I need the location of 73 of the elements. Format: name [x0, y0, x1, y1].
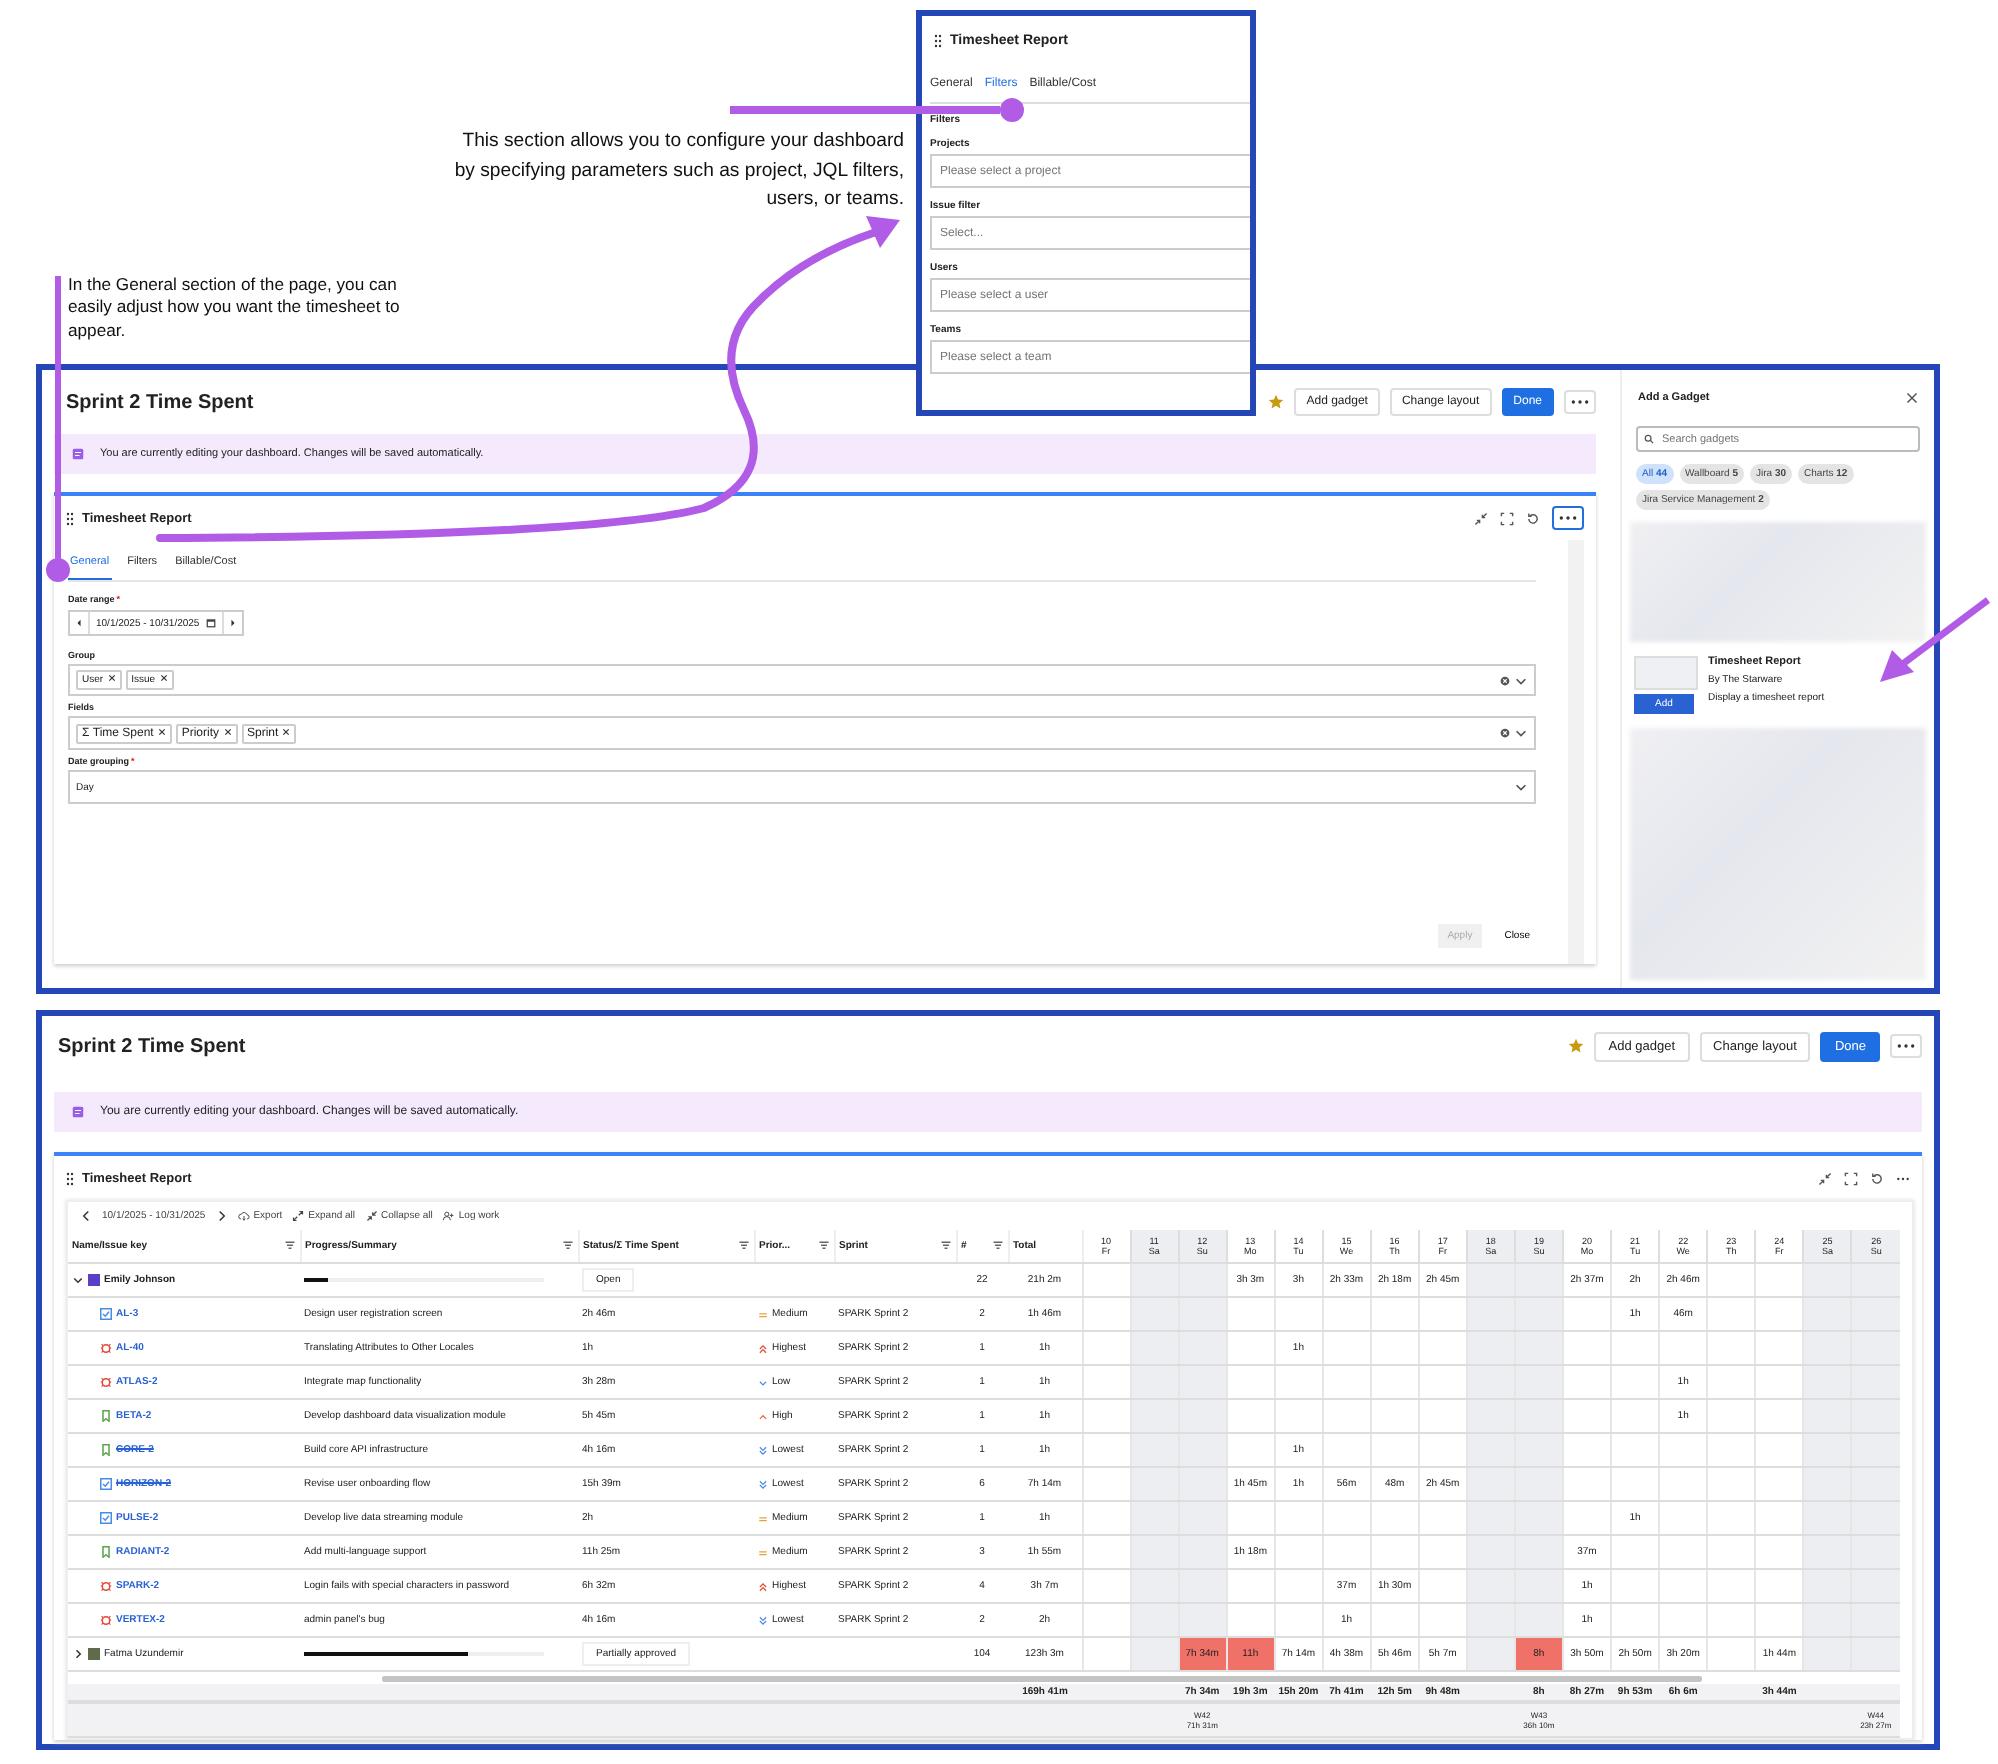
bug-icon	[100, 1376, 112, 1388]
more-icon	[1570, 398, 1590, 406]
avatar	[88, 1648, 100, 1660]
note-icon	[72, 448, 84, 460]
priority-icon	[758, 1547, 768, 1557]
next-icon[interactable]	[215, 1210, 228, 1222]
remove-icon[interactable]	[282, 727, 291, 735]
scrollbar-thumb[interactable]	[382, 1675, 1702, 1681]
avatar	[88, 1274, 100, 1286]
previous-icon[interactable]	[80, 1210, 92, 1222]
bookmark-icon	[100, 1410, 112, 1422]
minimize-icon[interactable]	[1474, 511, 1488, 525]
more-button[interactable]	[1552, 506, 1584, 530]
remove-icon[interactable]	[157, 727, 166, 735]
close-icon[interactable]	[1906, 392, 1918, 404]
priority-icon	[758, 1513, 768, 1523]
remove-icon[interactable]	[107, 674, 116, 682]
annotation-text: This section allows you to configure your dashboard by specifying parameters such as project, JQL filters, users, or teams.	[452, 128, 904, 214]
drag-handle-icon[interactable]	[934, 33, 942, 47]
fullscreen-icon[interactable]	[1500, 511, 1514, 525]
task-icon	[100, 1308, 112, 1320]
add-user-icon	[442, 1210, 455, 1222]
star-icon[interactable]	[1268, 394, 1285, 410]
drag-handle-icon[interactable]	[66, 1171, 74, 1185]
priority-icon	[758, 1343, 768, 1353]
filter-icon[interactable]	[283, 1240, 295, 1252]
chevron-down-icon[interactable]	[1514, 726, 1528, 740]
fullscreen-icon[interactable]	[1844, 1171, 1858, 1185]
bookmark-icon	[100, 1444, 112, 1456]
bug-icon	[100, 1580, 112, 1592]
task-icon	[100, 1512, 112, 1524]
priority-icon	[758, 1479, 768, 1489]
cloud-download-icon	[237, 1210, 250, 1222]
annotation-text: In the General section of the page, you can easily adjust how you want the timesheet to appear.	[68, 273, 402, 342]
refresh-icon[interactable]	[1870, 1171, 1884, 1185]
refresh-icon[interactable]	[1526, 511, 1540, 525]
gadget-thumbnail	[1634, 656, 1698, 690]
priority-icon	[758, 1445, 768, 1455]
priority-icon	[758, 1411, 768, 1421]
more-icon	[1558, 514, 1578, 522]
filter-icon[interactable]	[561, 1240, 573, 1252]
chevron-down-icon[interactable]	[1514, 780, 1528, 794]
clear-icon[interactable]	[1500, 675, 1510, 685]
filter-icon[interactable]	[991, 1240, 1003, 1252]
filter-icon[interactable]	[737, 1240, 749, 1252]
bookmark-icon	[100, 1546, 112, 1558]
remove-icon[interactable]	[159, 674, 168, 682]
clear-icon[interactable]	[1500, 728, 1510, 738]
task-icon	[100, 1478, 112, 1490]
drag-handle-icon[interactable]	[66, 511, 74, 525]
star-icon[interactable]	[1568, 1038, 1585, 1054]
filter-icon[interactable]	[817, 1240, 829, 1252]
bug-icon	[100, 1614, 112, 1626]
note-icon	[72, 1106, 84, 1118]
chevron-icon[interactable]	[72, 1648, 84, 1660]
remove-icon[interactable]	[223, 727, 232, 735]
search-icon	[1644, 434, 1654, 444]
bug-icon	[100, 1342, 112, 1354]
chevron-icon[interactable]	[72, 1274, 84, 1286]
expand-icon	[292, 1210, 305, 1222]
priority-icon	[758, 1377, 768, 1387]
more-icon	[1896, 1042, 1916, 1050]
priority-icon	[758, 1581, 768, 1591]
dashboard-title: Sprint 2 Time Spent	[58, 1035, 246, 1057]
collapse-icon	[365, 1210, 378, 1222]
priority-icon	[758, 1615, 768, 1625]
filter-icon[interactable]	[939, 1240, 951, 1252]
minimize-icon[interactable]	[1818, 1171, 1832, 1185]
chevron-down-icon[interactable]	[1514, 673, 1528, 687]
calendar-icon[interactable]	[205, 618, 216, 628]
dashboard-title: Sprint 2 Time Spent	[66, 391, 254, 413]
arrow	[1880, 597, 1991, 682]
priority-icon	[758, 1309, 768, 1319]
